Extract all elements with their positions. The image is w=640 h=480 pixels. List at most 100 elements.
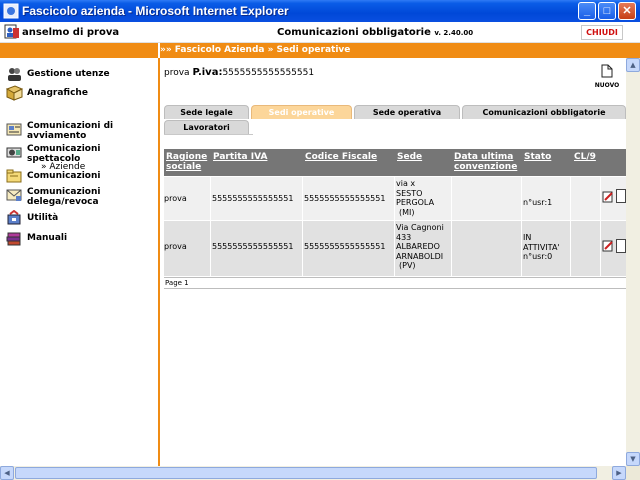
nuovo-button[interactable]: NUOVO	[594, 64, 620, 89]
app-header: anselmo di prova Comunicazioni obbligato…	[0, 22, 640, 43]
version-label: v. 2.40.00	[434, 29, 474, 37]
nuovo-label: NUOVO	[594, 82, 620, 89]
cell-piva: 5555555555555551	[212, 242, 294, 251]
main-content: prova P.iva:5555555555555551 NUOVO Sede …	[160, 58, 626, 466]
sede-line: (PV)	[399, 261, 416, 270]
scroll-corner	[626, 466, 640, 480]
col-ragione-sociale[interactable]: Ragione sociale	[166, 152, 210, 172]
stato-line: n°usr:0	[523, 252, 553, 261]
divider	[451, 221, 452, 276]
divider	[394, 177, 395, 220]
folder-icon	[6, 169, 22, 183]
breadcrumb: »» Fascicolo Azienda » Sedi operative	[160, 45, 351, 55]
close-window-button[interactable]: ✕	[618, 2, 636, 20]
col-data-ultima-convenzione[interactable]: Data ultima convenzione	[454, 152, 524, 172]
horizontal-scrollbar[interactable]: ◀ ▶	[0, 466, 626, 480]
projector-icon	[6, 147, 22, 158]
col-stato[interactable]: Stato	[524, 152, 551, 162]
sidebar-item-label: Comunicazioni	[27, 171, 101, 181]
divider	[600, 221, 601, 276]
document-icon	[6, 123, 22, 136]
sidebar-item-label: Manuali	[27, 233, 68, 243]
tab-comunicazioni-obbligatorie[interactable]: Comunicazioni obbligatorie	[462, 105, 626, 119]
divider	[521, 221, 522, 276]
divider	[210, 177, 211, 220]
company-info: prova P.iva:5555555555555551	[164, 67, 314, 78]
company-name: prova	[164, 68, 190, 78]
divider	[521, 177, 522, 220]
cell-stato: n°usr:1	[523, 198, 553, 207]
cell-cf: 5555555555555551	[304, 194, 386, 203]
divider	[600, 177, 601, 220]
table-row: prova 5555555555555551 5555555555555551 …	[164, 177, 626, 220]
divider	[164, 134, 253, 135]
divider	[302, 177, 303, 220]
col-codice-fiscale[interactable]: Codice Fiscale	[305, 152, 377, 162]
breadcrumb-bar: »» Fascicolo Azienda » Sedi operative	[0, 43, 640, 58]
vertical-scrollbar[interactable]: ▲ ▼	[626, 58, 640, 466]
sede-line: SESTO	[396, 188, 423, 198]
piva-value: 5555555555555551	[222, 68, 315, 78]
tab-sede-legale[interactable]: Sede legale	[164, 105, 249, 119]
select-button[interactable]	[616, 189, 626, 203]
window-title: Fascicolo azienda - Microsoft Internet E…	[22, 4, 289, 18]
scroll-up-button[interactable]: ▲	[626, 58, 640, 72]
divider	[210, 221, 211, 276]
tab-lavoratori[interactable]: Lavoratori	[164, 120, 249, 134]
col-cl9[interactable]: CL/9	[574, 152, 596, 162]
cell-cf: 5555555555555551	[304, 242, 386, 251]
minimize-button[interactable]: _	[578, 2, 596, 20]
stato-line: IN	[523, 233, 532, 242]
sidebar-item-label: Gestione utenze	[27, 69, 110, 79]
sede-line: PERGOLA	[396, 198, 435, 207]
tab-sedi-operative[interactable]: Sedi operative	[251, 105, 352, 119]
scroll-right-button[interactable]: ▶	[612, 466, 626, 480]
sidebar-item-label: Utilità	[27, 213, 59, 223]
col-partita-iva[interactable]: Partita IVA	[213, 152, 267, 162]
mail-icon	[6, 189, 22, 201]
tools-icon	[7, 210, 21, 225]
divider	[302, 221, 303, 276]
cell-stato: IN ATTIVITA' n°usr:0	[523, 233, 560, 262]
app-icon	[3, 3, 19, 19]
sede-line: 433	[396, 232, 412, 242]
new-document-icon	[601, 64, 613, 78]
select-button[interactable]	[616, 239, 626, 253]
scroll-down-button[interactable]: ▼	[626, 452, 640, 466]
app-title: Comunicazioni obbligatorie	[277, 27, 431, 38]
sidebar-item-label: Comunicazioni di avviamento	[27, 121, 114, 141]
sede-line: ALBAREDO	[396, 242, 440, 251]
maximize-button[interactable]: □	[598, 2, 616, 20]
sidebar-item-label: Comunicazioni spettacolo	[27, 144, 101, 164]
sede-line: Via Cagnoni	[396, 223, 444, 232]
divider	[394, 221, 395, 276]
sede-line: via x	[396, 179, 416, 188]
scroll-thumb[interactable]	[15, 467, 597, 479]
sede-line: (MI)	[399, 207, 415, 217]
edit-icon[interactable]	[602, 240, 614, 252]
window-titlebar: Fascicolo azienda - Microsoft Internet E…	[0, 0, 640, 22]
cell-sede: via x SESTO PERGOLA (MI)	[396, 179, 434, 217]
cell-sede: Via Cagnoni 433 ALBAREDO ARNABOLDI (PV)	[396, 223, 444, 271]
pager[interactable]: Page 1	[164, 277, 626, 289]
cell-ragione: prova	[164, 242, 187, 251]
sidebar-item-label: Comunicazioni delega/revoca	[27, 187, 101, 207]
edit-icon[interactable]	[602, 191, 614, 203]
user-label: anselmo di prova	[22, 27, 120, 38]
table-header: Ragione sociale Partita IVA Codice Fisca…	[164, 149, 626, 176]
books-icon	[6, 232, 21, 246]
divider	[570, 221, 571, 276]
book-icon	[6, 85, 23, 101]
sede-line: ARNABOLDI	[396, 251, 444, 261]
tab-sede-operativa[interactable]: Sede operativa	[354, 105, 460, 119]
cell-ragione: prova	[164, 194, 187, 203]
table-row: prova 5555555555555551 5555555555555551 …	[164, 221, 626, 276]
scroll-left-button[interactable]: ◀	[0, 466, 14, 480]
page-title: Comunicazioni obbligatorie v. 2.40.00	[277, 27, 473, 38]
col-sede[interactable]: Sede	[397, 152, 422, 162]
chiudi-button[interactable]: CHIUDI	[581, 25, 623, 40]
user-icon	[4, 24, 19, 39]
sidebar: Gestione utenze Anagrafiche » Aziende Co…	[0, 58, 158, 466]
sidebar-item-label: Anagrafiche	[27, 88, 88, 98]
divider	[570, 177, 571, 220]
